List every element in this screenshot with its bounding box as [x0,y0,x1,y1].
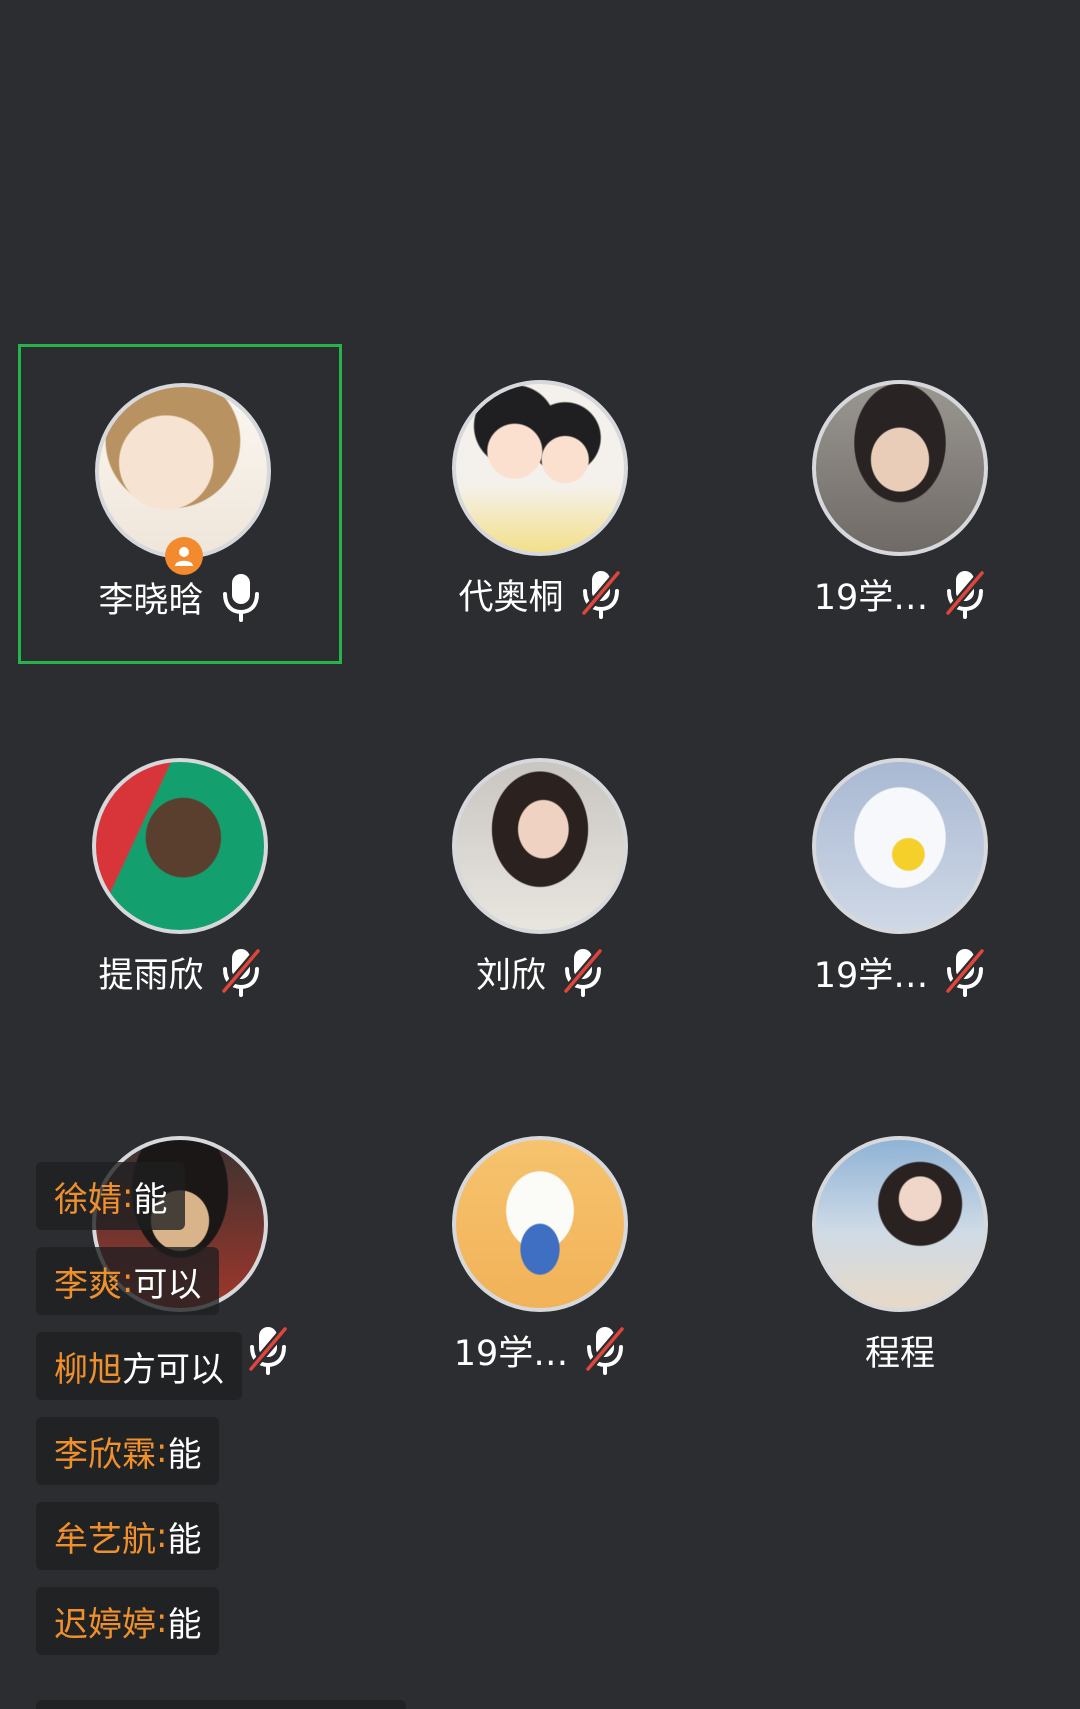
chat-separator: : [122,1176,134,1216]
microphone-muted-icon[interactable] [247,1325,289,1375]
microphone-muted-icon[interactable] [584,1325,627,1375]
participant-avatar[interactable] [92,758,268,934]
chat-sender: 牟艺航 [54,1519,156,1560]
chat-text: 能 [167,1604,202,1645]
chat-message: 迟婷婷: 能 [36,1587,220,1655]
microphone-muted-icon[interactable] [944,569,987,619]
participant-tile-8[interactable]: 19学… [378,1100,702,1420]
microphone-muted-icon[interactable] [219,947,262,997]
participant-avatar[interactable] [452,380,628,556]
participant-name: 19学… [813,577,929,618]
participant-tile-2[interactable]: 代奥桐 [378,344,702,664]
chat-sender: 李爽 [54,1264,122,1305]
chat-sender: 柳旭 [54,1349,122,1390]
microphone-icon[interactable] [220,572,262,622]
chat-separator: : [156,1431,168,1471]
participant-name: 19学… [453,1333,569,1374]
microphone-muted-icon[interactable] [562,947,604,997]
participant-avatar[interactable] [812,1136,988,1312]
participant-avatar[interactable] [95,383,271,559]
chat-sender: 徐婧 [54,1179,122,1220]
chat-separator: : [156,1516,168,1556]
participant-tile-4[interactable]: 提雨欣 [18,722,342,1042]
chat-text: 方可以 [122,1349,224,1390]
participant-avatar[interactable] [812,380,988,556]
participant-tile-1[interactable]: 李晓晗 [18,344,342,664]
participant-avatar[interactable] [452,1136,628,1312]
participant-avatar[interactable] [452,758,628,934]
chat-separator: : [156,1601,168,1641]
chat-message: 徐婧: 能 [36,1162,186,1230]
chat-sender: 迟婷婷 [54,1604,156,1645]
chat-message: 李爽: 可以 [36,1247,220,1315]
host-person-icon [175,547,193,566]
participant-name: 提雨欣 [98,955,204,996]
participant-name: 代奥桐 [458,577,564,618]
participant-name: 程程 [864,1333,935,1374]
participant-tile-3[interactable]: 19学… [738,344,1062,664]
participant-tile-5[interactable]: 刘欣 [378,722,702,1042]
chat-separator: : [122,1261,134,1301]
chat-message: 李欣霖: 能 [36,1417,220,1485]
microphone-muted-icon[interactable] [944,947,987,997]
participant-name: 李晓晗 [98,580,204,621]
participant-name: 19学… [813,955,929,996]
participant-name: 刘欣 [475,955,546,996]
chat-sender: 李欣霖 [54,1434,156,1475]
participant-tile-9[interactable]: 程程 [738,1100,1062,1420]
chat-text: 可以 [133,1264,202,1305]
chat-text: 能 [167,1519,202,1560]
chat-message: 柳旭 方可以 [36,1332,242,1400]
chat-input-bar[interactable] [36,1700,406,1709]
participant-tile-6[interactable]: 19学… [738,722,1062,1042]
participant-avatar[interactable] [812,758,988,934]
chat-text: 能 [167,1434,202,1475]
microphone-muted-icon[interactable] [579,569,622,619]
chat-message: 牟艺航: 能 [36,1502,220,1570]
chat-text: 能 [133,1179,168,1220]
